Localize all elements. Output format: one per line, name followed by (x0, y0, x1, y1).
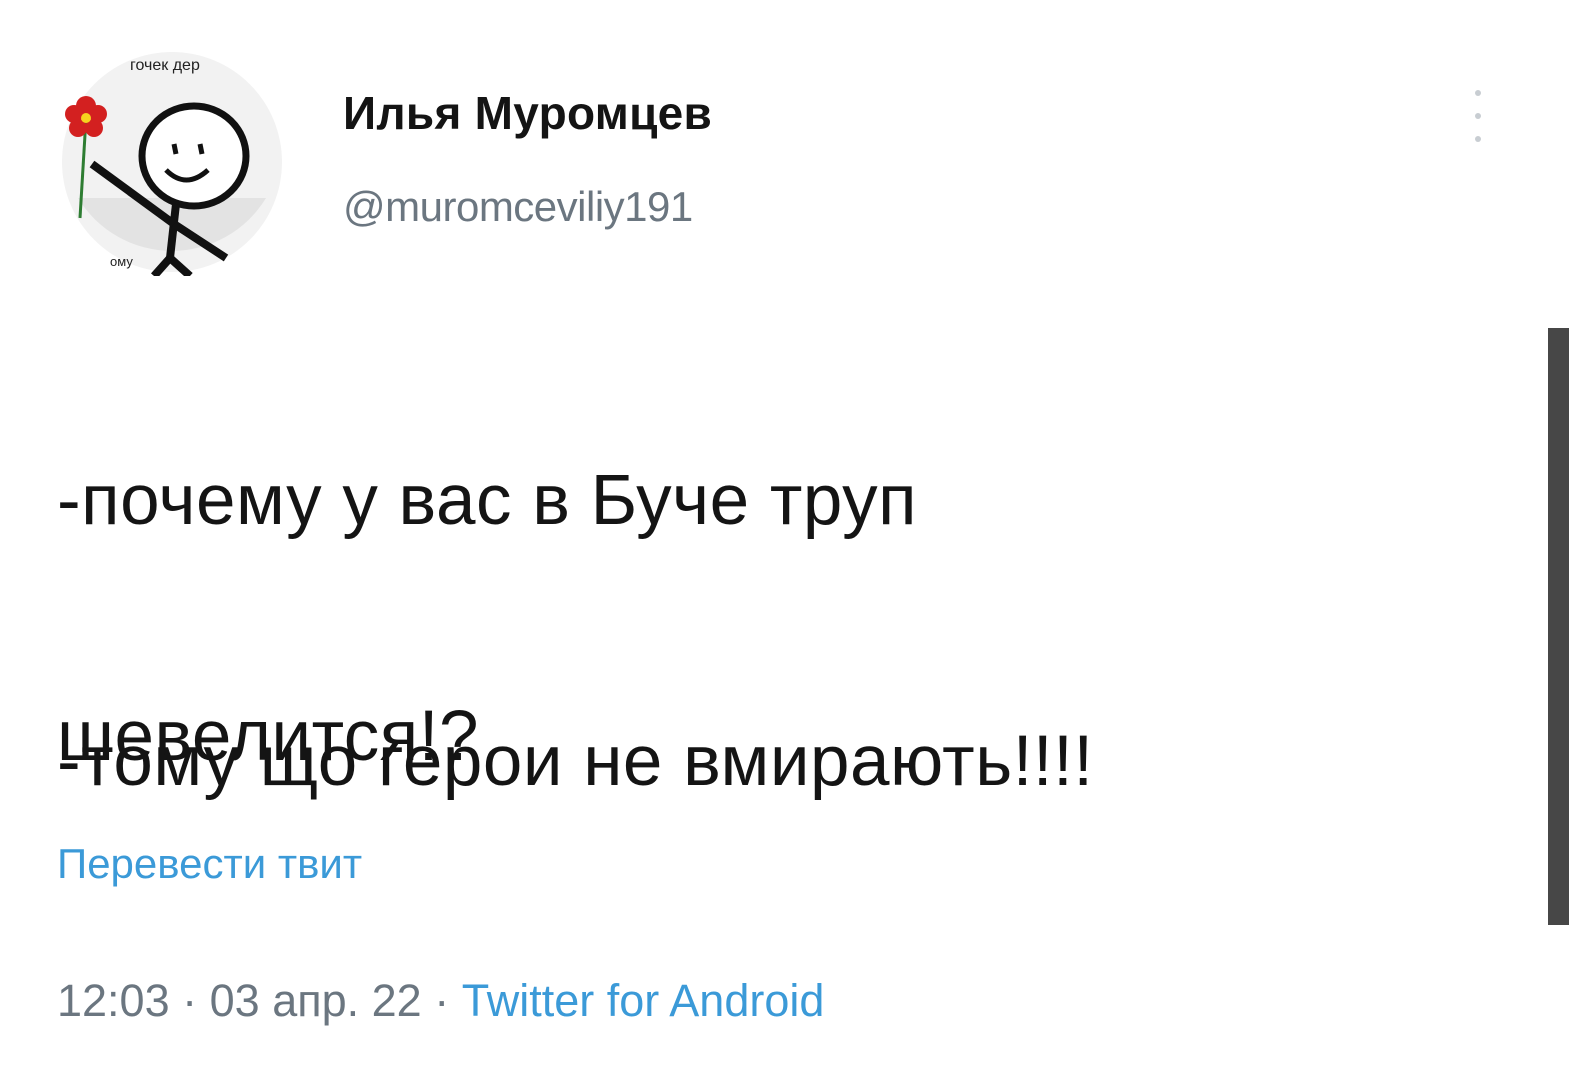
tweet-screenshot: гочек дер ому Илья Муромцев @muromcevili… (0, 0, 1569, 1080)
more-dot (1475, 136, 1481, 142)
scrollbar-thumb[interactable] (1548, 328, 1569, 925)
avatar-caption-top: гочек дер (130, 57, 200, 74)
author-display-name[interactable]: Илья Муромцев (343, 86, 712, 140)
avatar-caption-bottom: ому (110, 254, 133, 269)
translate-tweet-link[interactable]: Перевести твит (57, 840, 362, 888)
more-options-icon[interactable] (1466, 84, 1490, 148)
author-avatar[interactable]: гочек дер ому (58, 48, 286, 276)
tweet-text-line: -тому що герои не вмирають!!!! (57, 722, 1094, 801)
more-dot (1475, 90, 1481, 96)
tweet-source-link[interactable]: Twitter for Android (462, 975, 825, 1026)
stickman-with-flower-icon: гочек дер ому (62, 52, 282, 276)
tweet-date: 03 апр. 22 (209, 975, 422, 1026)
tweet-body: -почему у вас в Буче труп шевелится!? (57, 324, 1477, 914)
tweet-meta: 12:03 · 03 апр. 22 · Twitter for Android (57, 975, 824, 1027)
meta-separator: · (434, 975, 450, 1026)
tweet-time: 12:03 (57, 975, 170, 1026)
tweet-text-line: -почему у вас в Буче труп (57, 461, 918, 540)
author-handle[interactable]: @muromceviliy191 (343, 183, 693, 231)
meta-separator: · (182, 975, 198, 1026)
more-dot (1475, 113, 1481, 119)
